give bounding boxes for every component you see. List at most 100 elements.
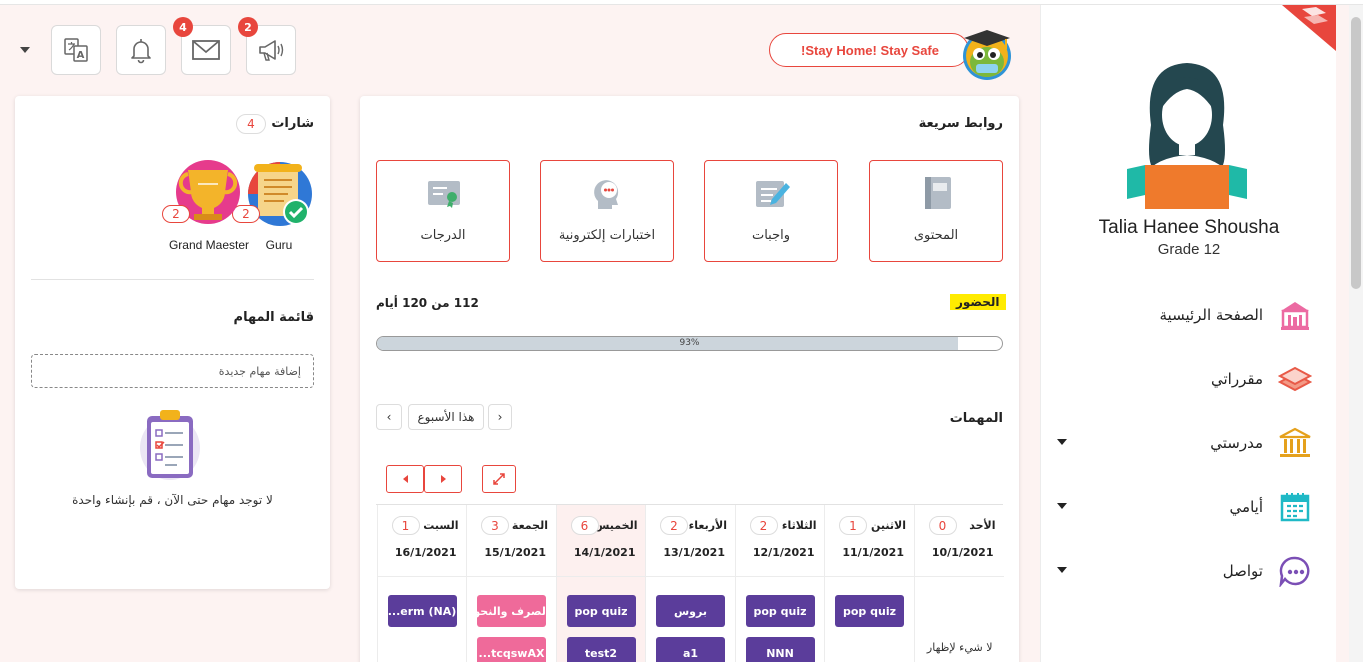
user-name: Talia Hanee Shousha: [1098, 217, 1280, 238]
badges-title: شارات: [271, 116, 314, 131]
day-header: الاثنين 1 11/1/2021: [825, 505, 914, 577]
day-task-count: 1: [391, 516, 420, 535]
messages-button[interactable]: 4: [173, 17, 231, 75]
scrollbar-thumb[interactable]: [1351, 17, 1361, 289]
task-chip[interactable]: test2: [566, 637, 636, 662]
task-chip[interactable]: بروس: [656, 595, 725, 627]
homework-pen-icon: [756, 181, 790, 207]
day-header: الخميس 6 14/1/2021: [556, 505, 646, 577]
day-column: الأحد 0 10/1/2021 لا شيء لإظهار: [913, 505, 1004, 662]
sidebar-item-home[interactable]: الصفحة الرئيسية: [1041, 295, 1337, 335]
day-task-count: 1: [839, 516, 867, 535]
avatar: [1127, 63, 1247, 209]
todo-title: قائمة المهام: [233, 310, 314, 325]
chat-bubble-icon: [1277, 553, 1313, 589]
day-date: 10/1/2021: [931, 546, 994, 559]
translate-icon: A: [64, 38, 88, 62]
task-chip[interactable]: pop quiz: [745, 595, 815, 627]
sidebar: Talia Hanee Shousha Grade 12 الصفحة الرئ…: [1040, 5, 1336, 662]
language-button[interactable]: A: [51, 25, 101, 75]
attendance-percent: 93%: [679, 338, 700, 348]
expand-arrows-icon: [493, 473, 505, 485]
badge-count: 2: [162, 205, 190, 223]
quiz-head-icon: [594, 180, 619, 209]
task-chip[interactable]: ...tcqswAX: [477, 637, 546, 662]
quick-link-label: واجبات: [751, 228, 791, 243]
sidebar-item-my-courses[interactable]: مقرراتي: [1041, 359, 1337, 399]
task-chip[interactable]: pop quiz: [835, 595, 904, 627]
day-header: السبت 1 16/1/2021: [377, 505, 467, 577]
new-task-input[interactable]: إضافة مهام جديدة: [31, 354, 314, 388]
book-icon: [925, 177, 951, 209]
task-chip[interactable]: الصرف والنحو: [477, 595, 546, 627]
day-date: 16/1/2021: [394, 546, 457, 559]
day-column: الجمعة 3 15/1/2021 الصرف والنحو ...tcqswAX: [466, 505, 556, 662]
week-next-button[interactable]: ›: [488, 404, 512, 430]
todo-empty-message: لا توجد مهام حتى الآن ، قم بإنشاء واحدة: [72, 493, 273, 507]
this-week-button[interactable]: هذا الأسبوع: [408, 404, 484, 430]
sidebar-item-label: الصفحة الرئيسية: [1159, 306, 1264, 324]
attendance-label: الحضور: [950, 294, 1006, 310]
announcements-button[interactable]: 2: [238, 17, 296, 75]
day-header: الأحد 0 10/1/2021: [914, 505, 1004, 577]
day-header: الأربعاء 2 13/1/2021: [646, 505, 735, 577]
quick-link-online-quizzes[interactable]: اختبارات إلكترونية: [540, 160, 674, 262]
day-task-count: 2: [749, 516, 778, 535]
quick-link-label: اختبارات إلكترونية: [558, 228, 656, 243]
expand-caret-icon[interactable]: [1057, 503, 1067, 509]
mascot-avatar-icon: [963, 30, 1011, 80]
sidebar-item-communicate[interactable]: تواصل: [1041, 551, 1337, 591]
tasks-title: المهمات: [949, 411, 1003, 426]
day-task-count: 3: [481, 516, 509, 535]
task-chip[interactable]: a1: [656, 637, 725, 662]
attendance-summary: 112 من 120 أيام: [376, 296, 479, 310]
books-stack-icon: [1277, 361, 1313, 397]
quick-link-grades[interactable]: الدرجات: [376, 160, 510, 262]
task-chip[interactable]: NNN: [745, 637, 815, 662]
mail-count-badge: 4: [173, 17, 193, 37]
day-date: 12/1/2021: [752, 546, 815, 559]
calendar-next-button[interactable]: [424, 465, 462, 493]
announcements-count-badge: 2: [238, 17, 258, 37]
day-name: الخميس: [594, 519, 638, 532]
notifications-button[interactable]: [116, 25, 166, 75]
divider: [31, 279, 314, 280]
envelope-icon: [192, 40, 220, 60]
dropdown-caret-icon[interactable]: [20, 47, 30, 53]
quick-link-label: المحتوى: [913, 228, 959, 243]
sidebar-item-my-school[interactable]: مدرستي: [1041, 423, 1337, 463]
calendar-icon: [1277, 489, 1313, 525]
user-grade: Grade 12: [1157, 241, 1221, 258]
day-name: الأحد: [969, 519, 996, 532]
day-column: الخميس 6 14/1/2021 pop quiz test2: [555, 505, 646, 662]
sidebar-corner-books-icon: [1282, 5, 1336, 51]
sidebar-item-label: أيامي: [1229, 498, 1263, 516]
day-name: الاثنين: [871, 519, 906, 532]
attendance-progress-bar: 93%: [376, 336, 1003, 351]
expand-caret-icon[interactable]: [1057, 567, 1067, 573]
sidebar-item-label: مدرستي: [1210, 434, 1263, 452]
badge-grand-maester[interactable]: 2 Grand Maester: [162, 158, 249, 258]
day-date: 13/1/2021: [663, 546, 725, 559]
arrow-right-icon: [440, 475, 446, 483]
quick-link-content[interactable]: المحتوى: [869, 160, 1003, 262]
page-scrollbar[interactable]: [1349, 5, 1363, 662]
day-name: الأربعاء: [688, 519, 727, 532]
calendar-prev-button[interactable]: [386, 465, 424, 493]
no-tasks-message: لا شيء لإظهار: [926, 641, 993, 654]
day-date: 14/1/2021: [573, 546, 636, 559]
day-date: 11/1/2021: [842, 546, 904, 559]
stay-safe-banner[interactable]: !Stay Home! Stay Safe: [769, 33, 969, 67]
week-prev-button[interactable]: ‹: [376, 404, 402, 430]
expand-caret-icon[interactable]: [1057, 439, 1067, 445]
task-chip[interactable]: pop quiz: [566, 595, 636, 627]
day-column: السبت 1 16/1/2021 ...erm (NA): [376, 505, 467, 662]
sidebar-item-my-days[interactable]: أيامي: [1041, 487, 1337, 527]
task-chip[interactable]: ...erm (NA): [387, 595, 457, 627]
day-task-count: 0: [928, 516, 957, 535]
badge-name: Grand Maester: [168, 238, 250, 252]
expand-calendar-button[interactable]: [482, 465, 516, 493]
tasks-week-calendar: الأحد 0 10/1/2021 لا شيء لإظهار الاثنين 1 11/1…: [376, 504, 1004, 662]
quick-link-homework[interactable]: واجبات: [704, 160, 838, 262]
day-header: الجمعة 3 15/1/2021: [467, 505, 556, 577]
